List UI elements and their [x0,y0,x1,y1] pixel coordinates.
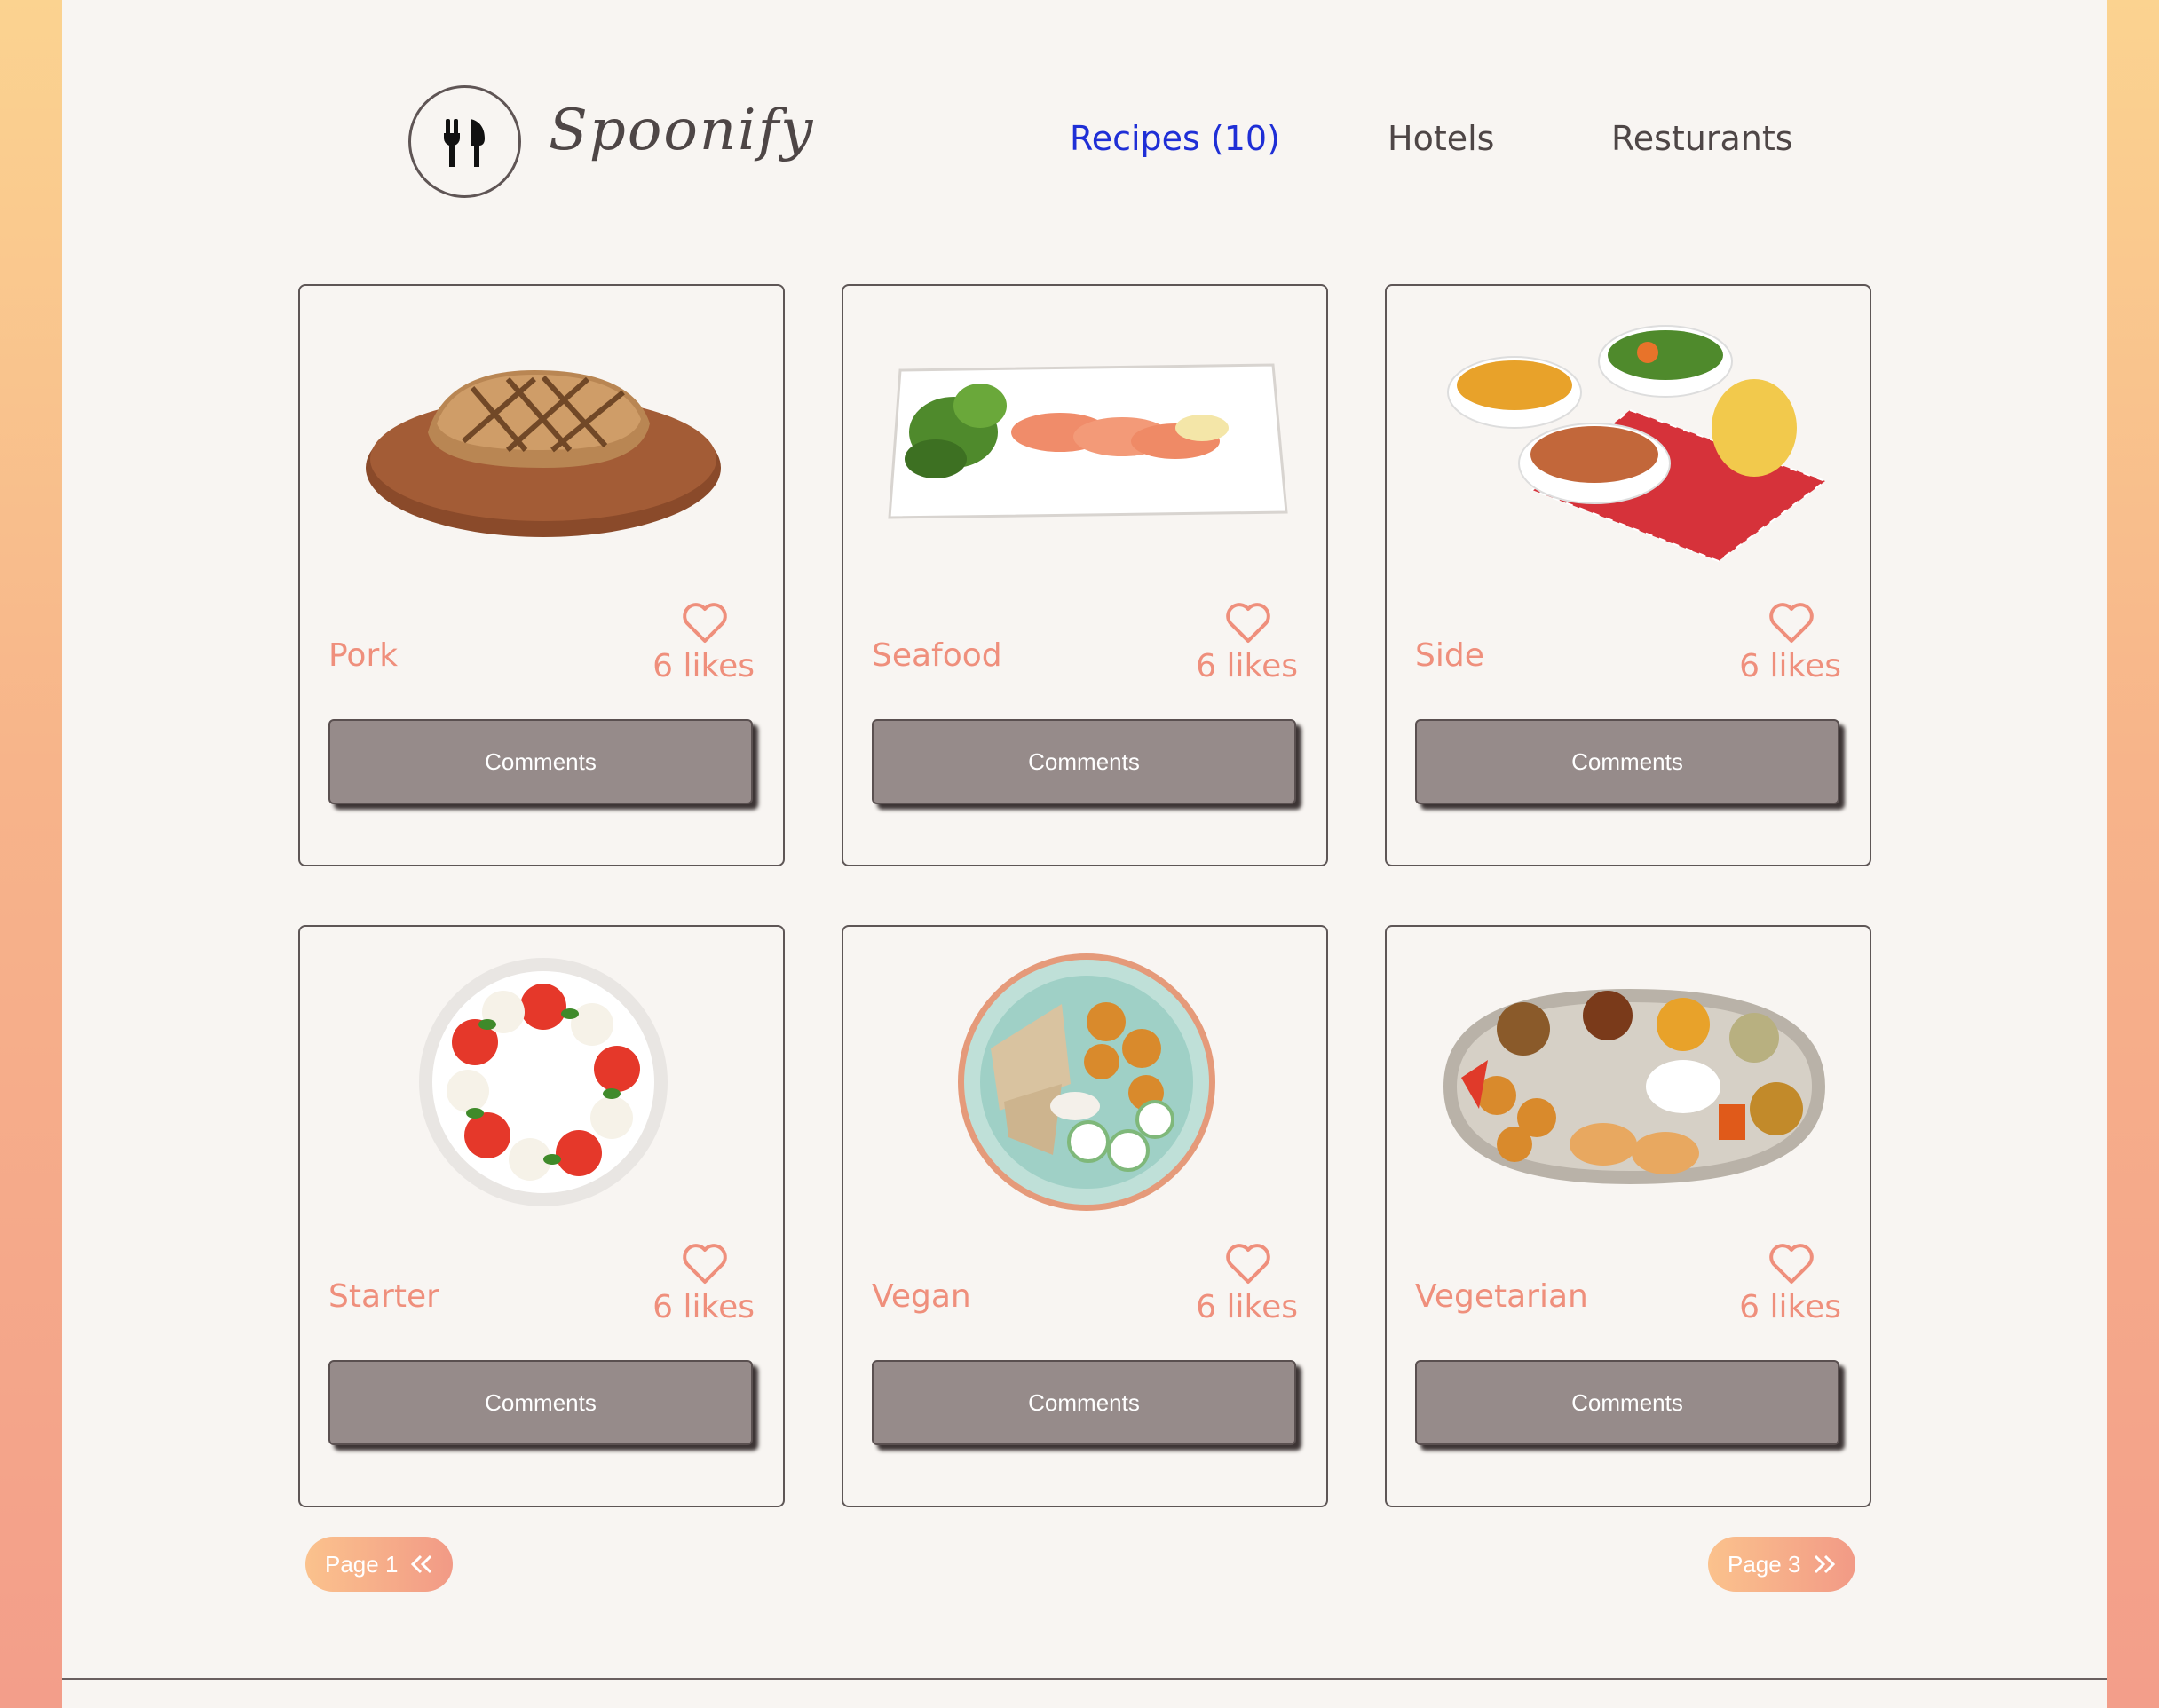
nav-restaurants[interactable]: Resturants [1611,119,1793,165]
double-chevron-right-icon [1815,1554,1836,1574]
recipe-card-pork: Pork 6 likes Comments [298,284,785,866]
likes-count: 6 likes [1739,648,1841,684]
likes-count: 6 likes [652,648,755,684]
recipe-title: Starter [328,1278,439,1315]
likes-count: 6 likes [1196,648,1298,684]
recipe-image [870,953,1303,1211]
comments-button[interactable]: Comments [328,719,753,804]
comments-button[interactable]: Comments [872,719,1296,804]
recipe-title: Vegetarian [1415,1278,1588,1315]
page-container: Spoonify Recipes (10) Hotels Resturants … [62,0,2107,1708]
recipe-image [1413,953,1847,1211]
nav-hotels[interactable]: Hotels [1388,119,1494,165]
prev-page-button[interactable]: Page 1 [305,1537,454,1592]
recipe-title: Pork [328,637,399,674]
logo-badge[interactable] [408,85,521,198]
double-chevron-left-icon [411,1554,432,1574]
recipe-image [1413,312,1847,570]
recipe-title: Vegan [872,1278,971,1315]
recipe-title: Seafood [872,637,1002,674]
recipe-card-seafood: Seafood 6 likes Comments [842,284,1328,866]
recipe-card-vegan: Vegan 6 likes Comments [842,925,1328,1507]
comments-button[interactable]: Comments [1415,1360,1839,1445]
footer-divider [62,1678,2107,1680]
heart-icon[interactable] [1225,1243,1271,1285]
heart-icon[interactable] [682,602,728,644]
likes-count: 6 likes [1739,1289,1841,1325]
recipe-image [327,953,760,1211]
likes-count: 6 likes [1196,1289,1298,1325]
next-page-label: Page 3 [1728,1550,1801,1578]
fork-knife-icon [443,118,485,167]
recipe-image [327,312,760,570]
likes-count: 6 likes [652,1289,755,1325]
heart-icon[interactable] [1225,602,1271,644]
heart-icon[interactable] [682,1243,728,1285]
comments-button[interactable]: Comments [328,1360,753,1445]
recipe-card-side: Side 6 likes Comments [1385,284,1871,866]
recipe-card-vegetarian: Vegetarian 6 likes Comments [1385,925,1871,1507]
comments-button[interactable]: Comments [1415,719,1839,804]
nav-recipes[interactable]: Recipes (10) [1070,119,1280,165]
comments-button[interactable]: Comments [872,1360,1296,1445]
brand-logo-text: Spoonify [549,98,815,163]
prev-page-label: Page 1 [325,1550,399,1578]
next-page-button[interactable]: Page 3 [1708,1537,1856,1592]
heart-icon[interactable] [1768,1243,1815,1285]
recipe-title: Side [1415,637,1484,674]
recipe-card-starter: Starter 6 likes Comments [298,925,785,1507]
recipe-image [870,312,1303,570]
heart-icon[interactable] [1768,602,1815,644]
